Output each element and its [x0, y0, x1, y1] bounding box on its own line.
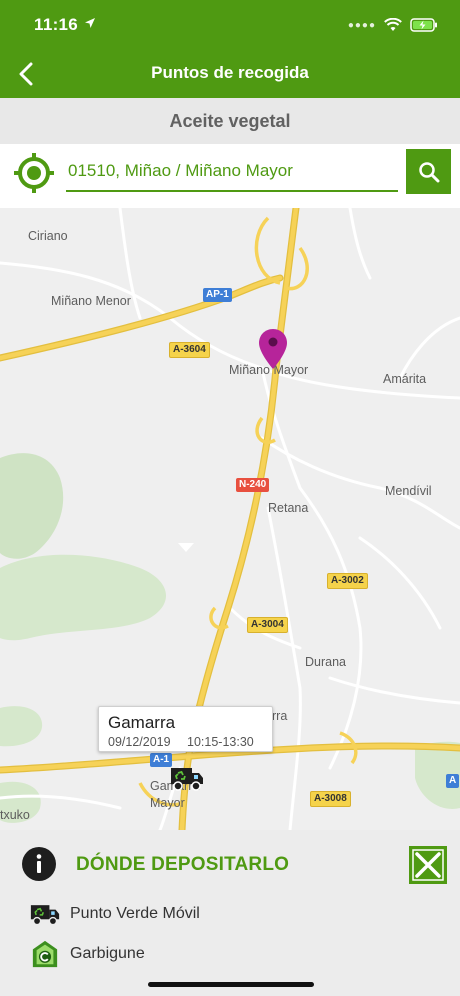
- list-item-label: Garbigune: [70, 945, 145, 962]
- callout-time: 10:15-13:30: [187, 735, 254, 749]
- map-view[interactable]: Ciriano Miñano Menor Miñano Mayor Amárit…: [0, 208, 460, 830]
- park-area: [0, 706, 43, 747]
- place-label: Ciriano: [28, 229, 68, 243]
- callout-tail: [178, 543, 194, 552]
- place-label: Mendívil: [385, 484, 432, 498]
- battery-charging-icon: [410, 18, 437, 32]
- close-icon: [409, 846, 447, 884]
- place-label: txuko: [0, 808, 30, 822]
- home-indicator: [148, 982, 314, 987]
- road-shield: N-240: [236, 478, 270, 492]
- place-label: rra: [272, 709, 288, 723]
- navigation-bar: Puntos de recogida: [0, 50, 460, 98]
- location-pin-icon[interactable]: [258, 328, 288, 370]
- status-time: 11:16: [34, 15, 79, 34]
- locate-me-icon[interactable]: [12, 151, 56, 195]
- disposal-info-panel: DÓNDE DEPOSITARLO Punto Verde Móvil Garb…: [0, 830, 460, 996]
- panel-title: DÓNDE DEPOSITARLO: [76, 854, 290, 875]
- info-icon: [22, 847, 56, 881]
- close-panel-button[interactable]: [409, 846, 447, 884]
- location-arrow-icon: [85, 18, 95, 28]
- road-shield: A-3604: [169, 342, 210, 358]
- list-item-punto-verde-movil[interactable]: Punto Verde Móvil: [30, 899, 200, 929]
- road-shield: A-3008: [310, 791, 351, 807]
- address-search-input[interactable]: [66, 152, 398, 192]
- road-shield: A-3004: [247, 617, 288, 633]
- road-shield: A: [446, 774, 460, 788]
- status-bar: 11:16 ●●●●: [0, 0, 460, 50]
- callout-date: 09/12/2019: [108, 735, 171, 749]
- road-shield: A-3002: [327, 573, 368, 589]
- signal-dots-icon: ●●●●: [347, 19, 376, 31]
- search-button[interactable]: [406, 149, 451, 194]
- place-label: Miñano Menor: [51, 294, 131, 308]
- place-label: Amárita: [383, 372, 427, 386]
- search-row: [0, 144, 460, 208]
- callout-title: Gamarra: [108, 713, 176, 732]
- search-icon: [418, 161, 439, 182]
- garbigune-icon: [32, 940, 58, 968]
- collection-point-callout[interactable]: Gamarra 09/12/2019 10:15-13:30: [98, 706, 273, 752]
- truck-icon: [30, 905, 60, 926]
- place-label: Retana: [268, 501, 309, 515]
- page-title: Puntos de recogida: [151, 63, 309, 82]
- place-label: Durana: [305, 655, 346, 669]
- waste-type-header: Aceite vegetal: [0, 98, 460, 144]
- road-shield: A-1: [150, 753, 173, 767]
- wifi-icon: [384, 18, 402, 31]
- list-item-label: Punto Verde Móvil: [70, 905, 200, 922]
- list-item-garbigune[interactable]: Garbigune: [30, 939, 145, 969]
- mobile-recycling-truck-icon[interactable]: [170, 764, 204, 792]
- park-area: [0, 554, 167, 641]
- road-shield: AP-1: [203, 288, 232, 302]
- park-area: [0, 453, 64, 559]
